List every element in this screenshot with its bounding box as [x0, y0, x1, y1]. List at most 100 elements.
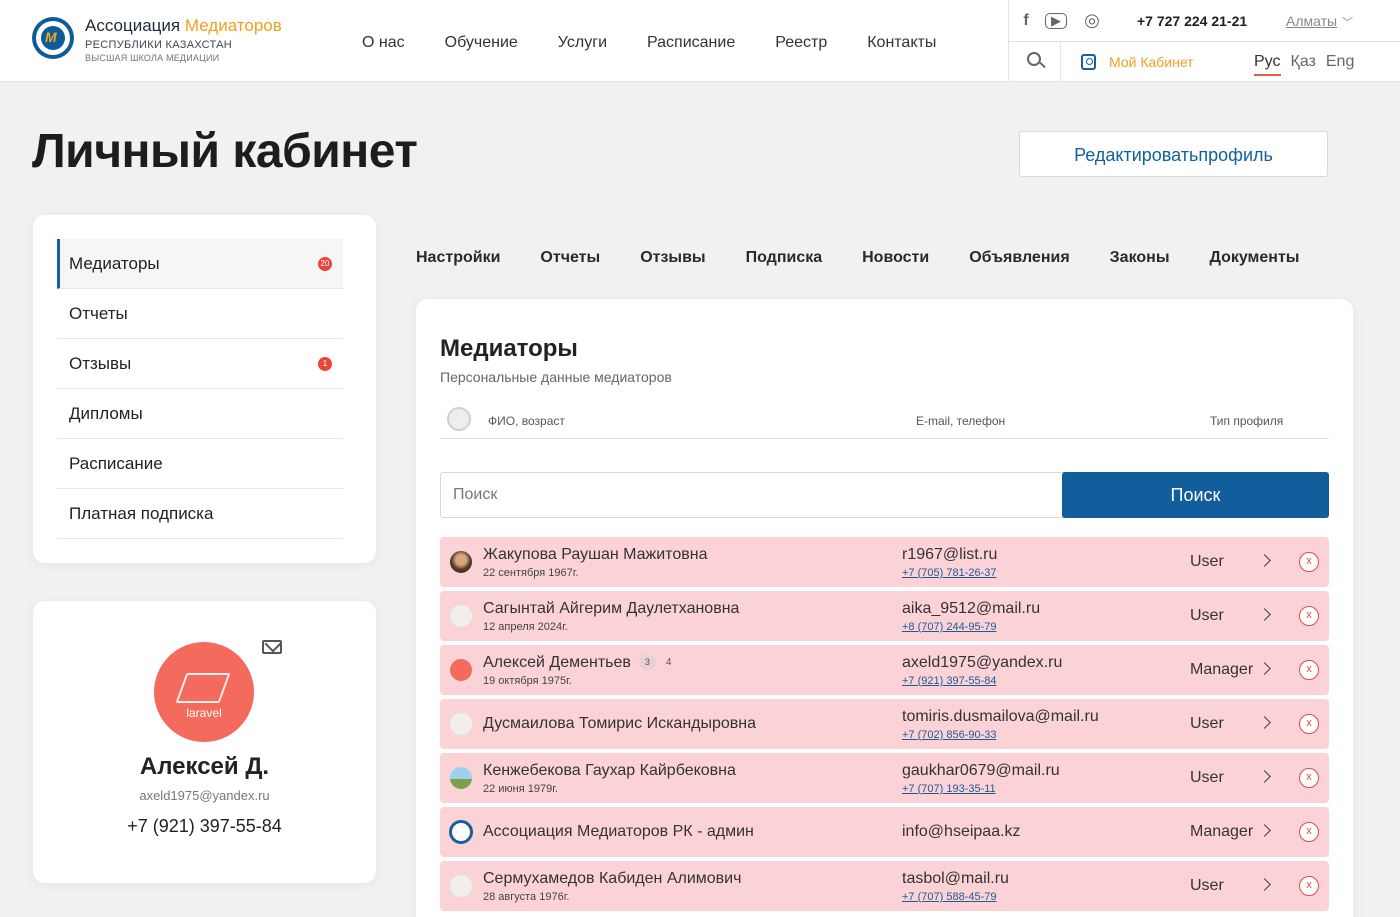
- count-label: 4: [665, 657, 672, 669]
- nav-item[interactable]: Реестр: [775, 34, 827, 52]
- chevron-right-icon[interactable]: [1258, 608, 1271, 621]
- cabinet-tabs: Настройки Отчеты Отзывы Подписка Новости Объя…: [416, 249, 1339, 267]
- mediator-name-text: Жакупова Раушан Мажитовна: [483, 546, 708, 563]
- mediator-name: Ассоциация Медиаторов РК - админ: [483, 823, 754, 841]
- delete-icon[interactable]: x: [1299, 552, 1319, 572]
- avatar-label: laravel: [186, 706, 222, 720]
- chevron-right-icon[interactable]: [1258, 554, 1271, 567]
- site-logo[interactable]: M Ассоциация Медиаторов РЕСПУБЛИКИ КАЗАХ…: [32, 16, 282, 63]
- mediators-panel: Медиаторы Персональные данные медиаторов…: [416, 299, 1353, 917]
- youtube-icon[interactable]: ▶: [1045, 13, 1067, 29]
- tab-item[interactable]: Отчеты: [540, 249, 600, 267]
- panel-title: Медиаторы: [440, 335, 578, 362]
- mediator-phone-link[interactable]: +8 (707) 244-95-79: [902, 621, 996, 633]
- column-contact: E-mail, телефон: [916, 414, 1006, 428]
- instagram-icon[interactable]: ◎: [1081, 10, 1103, 30]
- nav-item[interactable]: Обучение: [445, 34, 518, 52]
- mediator-phone-link[interactable]: +7 (705) 781-26-37: [902, 567, 996, 579]
- chevron-right-icon[interactable]: [1258, 878, 1271, 891]
- mediator-birthdate: 22 июня 1979г.: [483, 783, 558, 795]
- delete-icon[interactable]: x: [1299, 822, 1319, 842]
- edit-profile-button[interactable]: Редактироватьпрофиль: [1019, 131, 1328, 177]
- search-icon[interactable]: [1009, 42, 1061, 82]
- facebook-icon[interactable]: f: [1015, 12, 1037, 30]
- nav-item[interactable]: Расписание: [647, 34, 735, 52]
- language-option[interactable]: Қаз: [1291, 53, 1316, 76]
- sidebar-item-label: Медиаторы: [69, 254, 160, 273]
- language-option[interactable]: Рус: [1254, 53, 1281, 76]
- tab-item[interactable]: Новости: [862, 249, 929, 267]
- search-input[interactable]: [440, 472, 1064, 518]
- sidebar-item-label: Платная подписка: [69, 504, 214, 523]
- mediator-name-text: Дусмаилова Томирис Искандыровна: [483, 715, 757, 732]
- tab-item[interactable]: Настройки: [416, 249, 500, 267]
- profile-type: Manager: [1190, 661, 1254, 678]
- chevron-right-icon[interactable]: [1258, 662, 1271, 675]
- sidebar-menu: Медиаторы 20 Отчеты Отзывы 1 Дипломы Расписани…: [33, 215, 376, 563]
- laravel-logo-icon: [175, 673, 231, 703]
- mediator-name-text: Сагынтай Айгерим Даулетхановна: [483, 600, 740, 617]
- chevron-right-icon[interactable]: [1258, 770, 1271, 783]
- tab-item[interactable]: Подписка: [746, 249, 823, 267]
- sidebar-item[interactable]: Платная подписка: [57, 489, 343, 539]
- tab-item[interactable]: Документы: [1209, 249, 1299, 267]
- mediator-email: info@hseipaa.kz: [902, 823, 1021, 840]
- delete-icon[interactable]: x: [1299, 768, 1319, 788]
- mediator-phone-link[interactable]: +7 (921) 397-55-84: [902, 675, 996, 687]
- mediator-email: axeld1975@yandex.ru: [902, 654, 1063, 671]
- chevron-right-icon[interactable]: [1258, 824, 1271, 837]
- mediator-phone-link[interactable]: +7 (702) 856-90-33: [902, 729, 996, 741]
- association-logo-icon: M: [32, 17, 74, 59]
- chevron-down-icon[interactable]: ﹀: [1342, 14, 1353, 30]
- sidebar-item[interactable]: Дипломы: [57, 389, 343, 439]
- table-row[interactable]: Сагынтай Айгерим Даулетхановна 12 апреля …: [440, 591, 1329, 641]
- nav-item[interactable]: Контакты: [867, 34, 936, 52]
- mediator-birthdate: 28 августа 1976г.: [483, 891, 570, 903]
- table-row[interactable]: Жакупова Раушан Мажитовна 22 сентября 196…: [440, 537, 1329, 587]
- delete-icon[interactable]: x: [1299, 660, 1319, 680]
- delete-icon[interactable]: x: [1299, 606, 1319, 626]
- table-header: ФИО, возраст E-mail, телефон Тип профиля: [440, 404, 1329, 439]
- profile-type: Manager: [1190, 823, 1254, 840]
- language-option[interactable]: Eng: [1326, 53, 1354, 76]
- sidebar-item[interactable]: Расписание: [57, 439, 343, 489]
- profile-type: User: [1190, 607, 1224, 624]
- mediator-name: Дусмаилова Томирис Искандыровна: [483, 715, 756, 733]
- delete-icon[interactable]: x: [1299, 714, 1319, 734]
- mediator-phone-link[interactable]: +7 (707) 588-45-79: [902, 891, 996, 903]
- table-row[interactable]: Кенжебекова Гаухар Кайрбековна 22 июня 19…: [440, 753, 1329, 803]
- search-button[interactable]: Поиск: [1062, 472, 1329, 518]
- mediator-email: tasbol@mail.ru: [902, 870, 1009, 887]
- mediator-name: Сермухамедов Кабиден Алимович: [483, 870, 741, 888]
- table-row[interactable]: Ассоциация Медиаторов РК - админ info@hse…: [440, 807, 1329, 857]
- mediator-email: gaukhar0679@mail.ru: [902, 762, 1060, 779]
- tab-item[interactable]: Объявления: [969, 249, 1069, 267]
- chevron-right-icon[interactable]: [1258, 716, 1271, 729]
- header-utility: f ▶ ◎ +7 727 224 21-21 Алматы ﹀ Мой Каби…: [1008, 0, 1400, 82]
- nav-item[interactable]: О нас: [362, 34, 405, 52]
- avatar-placeholder-icon: [447, 407, 471, 431]
- tab-item[interactable]: Отзывы: [640, 249, 705, 267]
- delete-icon[interactable]: x: [1299, 876, 1319, 896]
- mediator-phone-link[interactable]: +7 (707) 193-35-11: [902, 783, 996, 795]
- sidebar-item[interactable]: Отчеты: [57, 289, 343, 339]
- sidebar-item[interactable]: Отзывы 1: [57, 339, 343, 389]
- my-cabinet-link[interactable]: Мой Кабинет: [1109, 54, 1194, 70]
- sidebar-item-label: Дипломы: [69, 404, 143, 423]
- table-row[interactable]: Сермухамедов Кабиден Алимович 28 августа …: [440, 861, 1329, 911]
- nav-item[interactable]: Услуги: [558, 34, 607, 52]
- avatar: [449, 604, 473, 628]
- sidebar-item[interactable]: Медиаторы 20: [57, 239, 343, 289]
- header-phone[interactable]: +7 727 224 21-21: [1137, 13, 1247, 29]
- tab-item[interactable]: Законы: [1110, 249, 1170, 267]
- avatar: [449, 874, 473, 898]
- table-row[interactable]: Алексей Дементьев 3 4 19 октября 1975г. axel…: [440, 645, 1329, 695]
- mediator-birthdate: 19 октября 1975г.: [483, 675, 572, 687]
- city-selector[interactable]: Алматы: [1286, 13, 1337, 29]
- user-cabinet-icon[interactable]: [1081, 54, 1096, 70]
- mail-icon[interactable]: [262, 640, 282, 654]
- site-header: M Ассоциация Медиаторов РЕСПУБЛИКИ КАЗАХ…: [0, 0, 1400, 82]
- avatar: [449, 658, 473, 682]
- avatar: [449, 550, 473, 574]
- table-row[interactable]: Дусмаилова Томирис Искандыровна tomiris.d…: [440, 699, 1329, 749]
